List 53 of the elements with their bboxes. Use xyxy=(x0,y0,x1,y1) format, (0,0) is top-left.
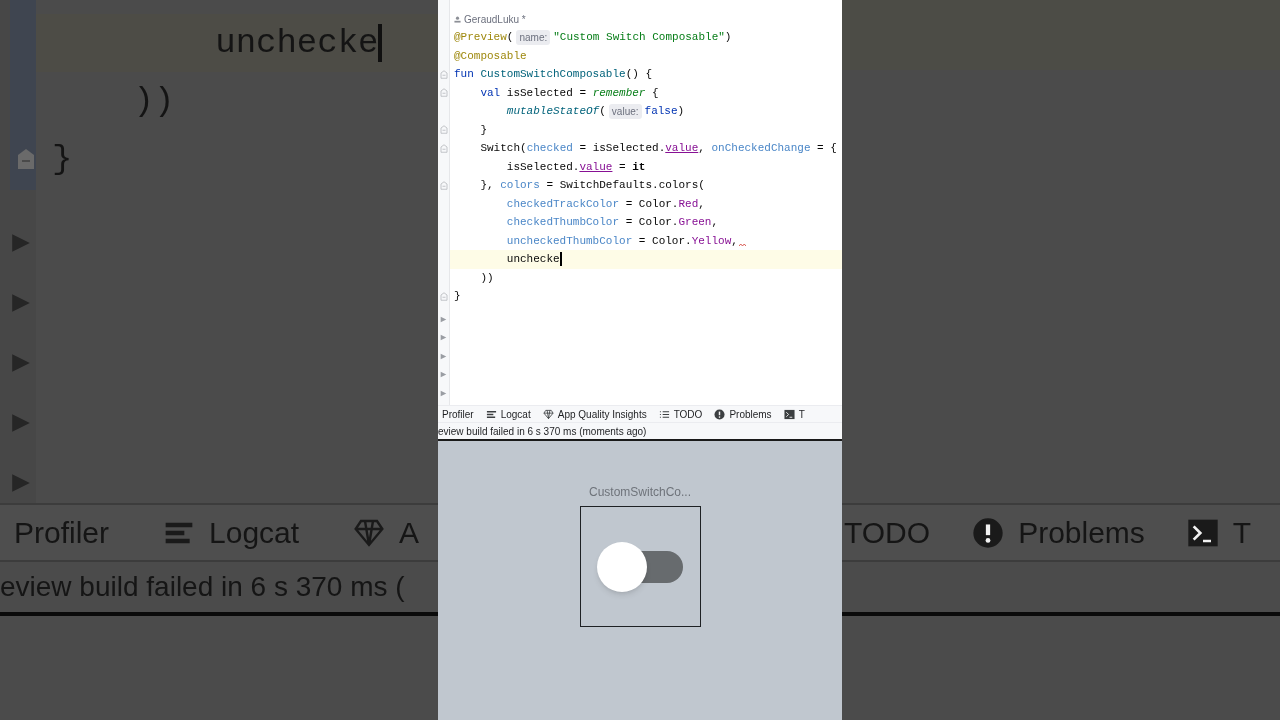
code-line: } xyxy=(453,289,462,304)
author-hint: GeraudLuku * xyxy=(464,12,526,27)
code-line: @Composable xyxy=(453,48,528,64)
run-arrow-icon[interactable] xyxy=(440,389,447,397)
fold-icon[interactable] xyxy=(439,69,448,79)
tool-window-tab[interactable]: Logcat xyxy=(485,406,531,422)
fold-icon[interactable] xyxy=(439,180,448,190)
fold-icon[interactable] xyxy=(439,291,448,301)
fold-icon[interactable] xyxy=(439,88,448,98)
code-line: } xyxy=(479,122,488,138)
run-arrow-icon[interactable] xyxy=(440,334,447,341)
code-line: @Preview( name: "Custom Switch Composable") xyxy=(453,28,733,47)
diamond-icon xyxy=(542,408,554,420)
run-arrow-icon[interactable] xyxy=(440,315,447,323)
tool-window-tab[interactable]: TODO xyxy=(658,406,703,422)
tool-window-tab[interactable]: T xyxy=(783,406,805,422)
code-line: fun CustomSwitchComposable() { xyxy=(453,67,654,82)
tool-window-tab[interactable]: App Quality Insights xyxy=(542,406,647,422)
inlay-hint: name: xyxy=(516,29,551,45)
run-arrow-icon[interactable] xyxy=(10,412,32,434)
run-arrow-icon[interactable] xyxy=(440,371,447,378)
text-cursor xyxy=(559,252,562,267)
code-line: Switch(checked = isSelected.value, onCheckedChange = { xyxy=(479,141,838,156)
run-arrow-icon[interactable] xyxy=(10,352,32,374)
code-line: checkedTrackColor = Color.Red, xyxy=(505,196,706,212)
fold-icon[interactable] xyxy=(439,143,448,153)
run-arrow-icon[interactable] xyxy=(10,472,32,494)
code-line: )) xyxy=(479,270,495,286)
lines-icon xyxy=(485,408,497,420)
fold-icon[interactable] xyxy=(16,147,36,171)
alert-icon xyxy=(972,516,1005,549)
code-line: }, colors = SwitchDefaults.colors( xyxy=(479,178,706,193)
code-line: val isSelected = remember { xyxy=(479,85,660,101)
error-squiggle-icon xyxy=(738,242,746,247)
run-arrow-icon[interactable] xyxy=(10,292,32,314)
run-arrow-icon[interactable] xyxy=(10,232,32,254)
code-line: checkedThumbColor = Color.Green, xyxy=(505,215,720,230)
preview-title: CustomSwitchCo... xyxy=(589,484,691,501)
inlay-hint: value: xyxy=(608,103,642,119)
status-message: eview build failed in 6 s 370 ms (moments ago) xyxy=(438,424,647,439)
run-arrow-icon[interactable] xyxy=(440,352,447,360)
code-line: )) xyxy=(132,80,176,122)
text-cursor xyxy=(378,24,383,62)
code-line: uncheckedThumbColor = Color.Yellow, xyxy=(450,231,842,250)
person-icon xyxy=(454,15,461,23)
code-line: mutableStateOf( value: false) xyxy=(505,102,686,121)
tool-window-tab[interactable]: Profiler xyxy=(438,406,474,422)
fold-icon[interactable] xyxy=(439,125,448,135)
code-line: isSelected.value = it xyxy=(505,159,647,175)
code-line: } xyxy=(51,138,74,180)
tool-window-tab[interactable]: Problems xyxy=(714,406,772,422)
list-icon xyxy=(658,408,670,420)
switch[interactable] xyxy=(597,541,683,592)
